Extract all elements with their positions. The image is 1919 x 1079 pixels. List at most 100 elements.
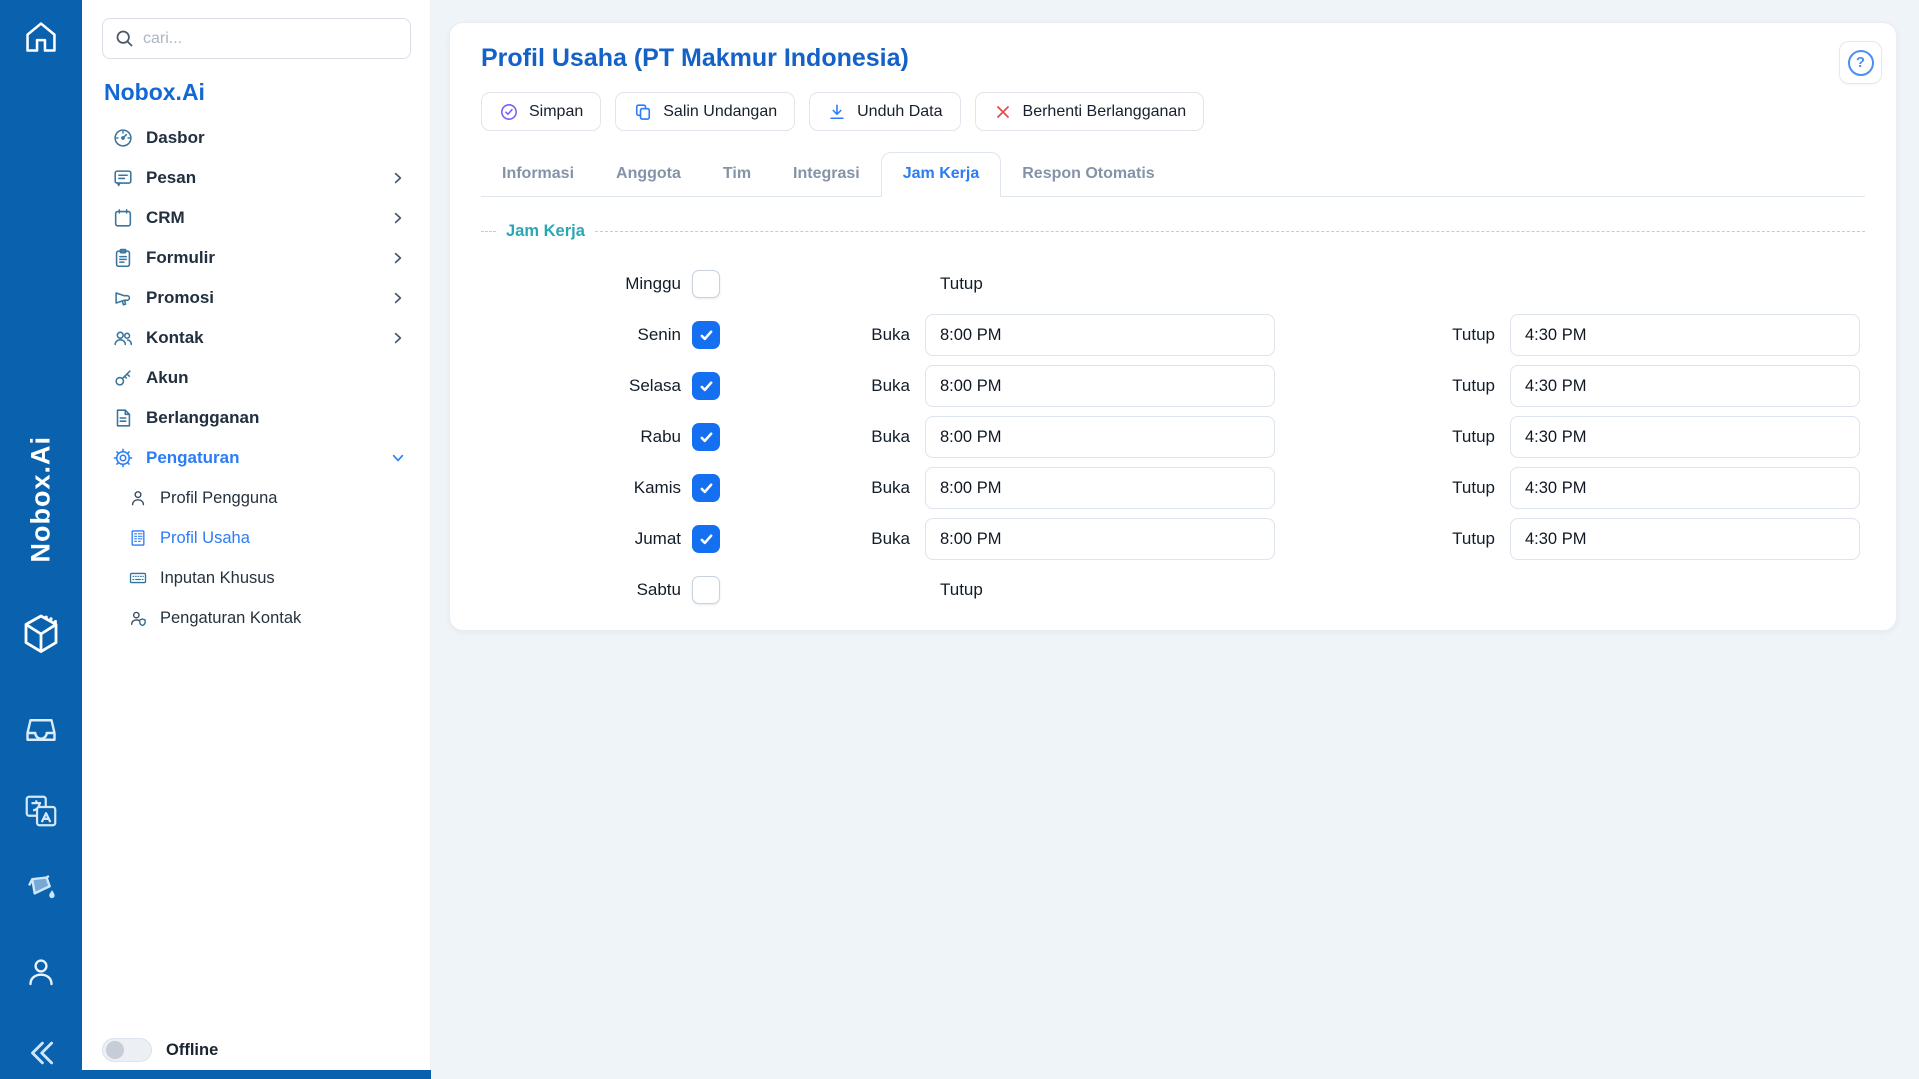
close-time-input[interactable]: [1510, 416, 1860, 458]
chevron-down-icon: [390, 450, 406, 466]
sidebar-item-label: CRM: [146, 208, 390, 228]
sidebar-search: [102, 18, 411, 59]
close-label: Tutup: [1275, 325, 1495, 345]
legend-dash-line: [595, 231, 1865, 232]
check-icon: [698, 531, 715, 548]
sidebar-subitem-pengaturan-kontak[interactable]: Pengaturan Kontak: [82, 598, 430, 638]
offline-label: Offline: [166, 1041, 218, 1060]
offline-row: Offline: [102, 1035, 430, 1065]
day-checkbox[interactable]: [692, 372, 720, 400]
open-time-input[interactable]: [925, 518, 1275, 560]
day-label: Minggu: [481, 274, 681, 294]
search-icon: [114, 28, 135, 54]
open-time-input[interactable]: [925, 467, 1275, 509]
building-icon: [128, 528, 148, 548]
profile-card: Profil Usaha (PT Makmur Indonesia) ? Sim…: [449, 22, 1897, 631]
toggle-knob: [106, 1041, 124, 1059]
home-icon[interactable]: [22, 18, 60, 56]
button-label: Berhenti Berlangganan: [1023, 103, 1187, 121]
close-time-input[interactable]: [1510, 314, 1860, 356]
schedule-row-minggu: Minggu Tutup: [481, 263, 1865, 305]
check-icon: [698, 327, 715, 344]
day-checkbox[interactable]: [692, 474, 720, 502]
question-circle-icon: ?: [1848, 50, 1874, 76]
sidebar-item-pesan[interactable]: Pesan: [82, 158, 430, 198]
sidebar-item-berlangganan[interactable]: Berlangganan: [82, 398, 430, 438]
close-time-input[interactable]: [1510, 467, 1860, 509]
sidebar-subitem-inputan-khusus[interactable]: Inputan Khusus: [82, 558, 430, 598]
calendar-icon: [112, 207, 134, 229]
tab-informasi[interactable]: Informasi: [481, 153, 595, 196]
sidebar-item-label: Akun: [146, 368, 406, 388]
unduh-data-button[interactable]: Unduh Data: [809, 92, 960, 131]
message-icon: [112, 167, 134, 189]
gear-icon: [112, 447, 134, 469]
day-checkbox[interactable]: [692, 525, 720, 553]
sidebar-item-formulir[interactable]: Formulir: [82, 238, 430, 278]
nobox-cube-logo-icon[interactable]: [17, 610, 65, 658]
day-label: Rabu: [481, 427, 681, 447]
schedule-row-senin: Senin Buka Tutup: [481, 314, 1865, 356]
tab-jam-kerja[interactable]: Jam Kerja: [881, 152, 1002, 197]
paint-bucket-icon[interactable]: [22, 872, 60, 910]
sidebar-item-label: Pengaturan: [146, 448, 390, 468]
inbox-icon[interactable]: [23, 712, 59, 748]
clipboard-icon: [112, 247, 134, 269]
offline-toggle[interactable]: [102, 1038, 152, 1062]
salin-undangan-button[interactable]: Salin Undangan: [615, 92, 795, 131]
day-label: Senin: [481, 325, 681, 345]
tab-bar: Informasi Anggota Tim Integrasi Jam Kerj…: [481, 152, 1865, 197]
close-time-input[interactable]: [1510, 365, 1860, 407]
sidebar-item-label: Berlangganan: [146, 408, 406, 428]
user-shield-icon: [128, 608, 148, 628]
open-label: Buka: [720, 478, 910, 498]
open-time-input[interactable]: [925, 314, 1275, 356]
check-icon: [698, 480, 715, 497]
day-checkbox[interactable]: [692, 321, 720, 349]
sidebar-item-akun[interactable]: Akun: [82, 358, 430, 398]
open-time-input[interactable]: [925, 365, 1275, 407]
sidebar-item-label: Promosi: [146, 288, 390, 308]
tab-tim[interactable]: Tim: [702, 153, 772, 196]
button-label: Simpan: [529, 103, 583, 121]
tab-anggota[interactable]: Anggota: [595, 153, 702, 196]
sidebar-item-pengaturan[interactable]: Pengaturan: [82, 438, 430, 478]
tab-respon-otomatis[interactable]: Respon Otomatis: [1001, 153, 1175, 196]
sidebar-item-kontak[interactable]: Kontak: [82, 318, 430, 358]
translate-icon[interactable]: [22, 792, 60, 830]
key-icon: [112, 367, 134, 389]
sidebar-subitem-label: Profil Pengguna: [160, 489, 277, 508]
close-time-input[interactable]: [1510, 518, 1860, 560]
schedule-row-sabtu: Sabtu Tutup: [481, 569, 1865, 611]
simpan-button[interactable]: Simpan: [481, 92, 601, 131]
sidebar-item-promosi[interactable]: Promosi: [82, 278, 430, 318]
sidebar-bottom-scrollbar[interactable]: [82, 1070, 431, 1079]
day-checkbox[interactable]: [692, 576, 720, 604]
sidebar-subitem-profil-pengguna[interactable]: Profil Pengguna: [82, 478, 430, 518]
schedule-row-selasa: Selasa Buka Tutup: [481, 365, 1865, 407]
action-buttons: Simpan Salin Undangan Unduh Data Berhent…: [481, 92, 1865, 131]
sidebar-item-crm[interactable]: CRM: [82, 198, 430, 238]
open-time-input[interactable]: [925, 416, 1275, 458]
chevron-right-icon: [390, 290, 406, 306]
tab-integrasi[interactable]: Integrasi: [772, 153, 881, 196]
check-circle-icon: [499, 102, 519, 122]
app-window: Nobox.Ai: [0, 0, 1919, 1079]
user-icon: [128, 488, 148, 508]
close-label: Tutup: [1275, 478, 1495, 498]
user-icon[interactable]: [23, 954, 59, 990]
sidebar-item-dasbor[interactable]: Dasbor: [82, 118, 430, 158]
day-checkbox[interactable]: [692, 270, 720, 298]
search-input[interactable]: [102, 18, 411, 59]
people-icon: [112, 327, 134, 349]
dashboard-gauge-icon: [112, 127, 134, 149]
sidebar-subitem-profil-usaha[interactable]: Profil Usaha: [82, 518, 430, 558]
day-checkbox[interactable]: [692, 423, 720, 451]
schedule-row-kamis: Kamis Buka Tutup: [481, 467, 1865, 509]
help-button[interactable]: ?: [1839, 41, 1882, 84]
sidebar-brand: Nobox.Ai: [104, 79, 430, 106]
button-label: Unduh Data: [857, 103, 942, 121]
berhenti-berlangganan-button[interactable]: Berhenti Berlangganan: [975, 92, 1205, 131]
day-label: Jumat: [481, 529, 681, 549]
collapse-double-chevron-icon[interactable]: [24, 1036, 58, 1070]
